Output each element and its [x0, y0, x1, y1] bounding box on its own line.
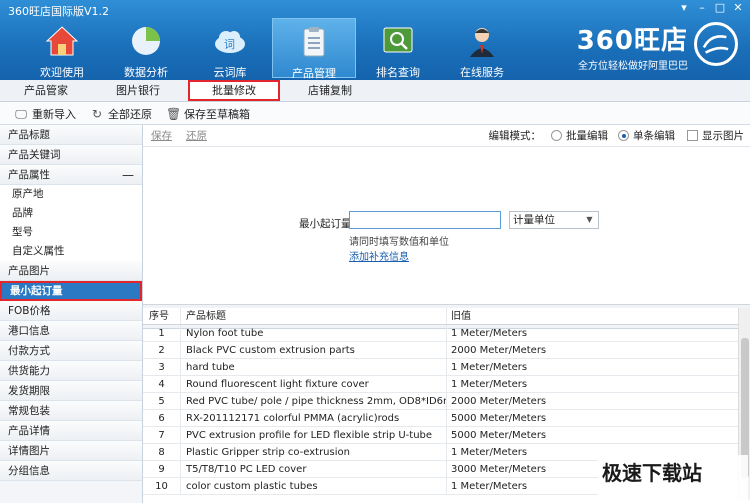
sidebar-item-moq[interactable]: 最小起订量 — [0, 281, 142, 301]
show-image-checkbox[interactable] — [687, 130, 698, 141]
maximize-button[interactable]: □ — [712, 1, 728, 15]
sidebar-item-details[interactable]: 产品详情 — [0, 421, 142, 441]
single-edit-radio[interactable] — [618, 130, 629, 141]
sidebar-item-group[interactable]: 分组信息 — [0, 461, 142, 481]
sidebar-item-packaging[interactable]: 常规包装 — [0, 401, 142, 421]
moq-input[interactable] — [349, 211, 501, 229]
action-link-bar: 保存 还原 编辑模式： 批量编辑 单条编辑 显示图片 — [143, 125, 750, 147]
logo-swirl-icon — [694, 22, 738, 66]
save-link[interactable]: 保存 — [151, 128, 172, 143]
unit-select[interactable]: 计量单位 ▼ — [509, 211, 599, 229]
restore-link[interactable]: 还原 — [186, 128, 207, 143]
sidebar-item-supply[interactable]: 供货能力 — [0, 361, 142, 381]
tab-batch-edit[interactable]: 批量修改 — [188, 80, 280, 101]
table-row[interactable]: 6 RX-201112171 colorful PMMA (acrylic)rod… — [143, 410, 750, 427]
edit-mode-group: 编辑模式： 批量编辑 单条编辑 显示图片 — [488, 130, 744, 142]
sidebar-item-custom-attr[interactable]: 自定义属性 — [0, 242, 142, 261]
chevron-down-icon: ▼ — [586, 215, 593, 224]
sidebar-item-payment[interactable]: 付款方式 — [0, 341, 142, 361]
support-agent-icon — [470, 28, 494, 57]
table-row[interactable]: 2 Black PVC custom extrusion parts 2000 Me… — [143, 342, 750, 359]
nav-product-management[interactable]: 产品管理 — [272, 18, 356, 80]
table-row[interactable]: 1 Nylon foot tube 1 Meter/Meters — [143, 325, 750, 342]
svg-text:词: 词 — [224, 38, 235, 51]
add-info-link[interactable]: 添加补充信息 — [349, 248, 409, 263]
sidebar-item-delivery[interactable]: 发货期限 — [0, 381, 142, 401]
sub-tabs: 产品管家 图片银行 批量修改 店铺复制 — [0, 80, 750, 102]
minimize-button[interactable]: – — [694, 1, 710, 15]
brand-logo: 360旺店 全方位轻松做好阿里巴巴 — [577, 20, 738, 72]
window-title: 360旺店国际版V1.2 — [8, 5, 110, 18]
nav-data-analysis[interactable]: 数据分析 — [104, 18, 188, 79]
table-row[interactable]: 7 PVC extrusion profile for LED flexible … — [143, 427, 750, 444]
close-button[interactable]: ✕ — [730, 1, 746, 15]
pie-chart-icon — [132, 27, 160, 55]
sidebar-item-origin[interactable]: 原产地 — [0, 185, 142, 204]
table-row[interactable]: 4 Round fluorescent light fixture cover 1 … — [143, 376, 750, 393]
main-nav: 欢迎使用 数据分析 词 云词库 产品管理 排名查询 在线服务 — [20, 18, 524, 80]
home-icon — [45, 26, 79, 56]
sidebar-item-fob[interactable]: FOB价格 — [0, 301, 142, 321]
restore-all-button[interactable]: ↻ 全部还原 — [90, 106, 152, 122]
clipboard-icon — [303, 27, 325, 57]
edit-form: 最小起订量 计量单位 ▼ 请同时填写数值和单位 添加补充信息 — [143, 147, 750, 305]
window-controls: ▾ – □ ✕ — [676, 1, 746, 15]
nav-online-service[interactable]: 在线服务 — [440, 18, 524, 79]
collapse-icon[interactable]: — — [122, 165, 134, 185]
watermark-text: 极速下载站 — [598, 455, 748, 501]
save-draft-button[interactable]: 🗑 保存至草稿箱 — [166, 106, 250, 122]
app-header: 360旺店国际版V1.2 ▾ – □ ✕ 欢迎使用 数据分析 词 云词库 产品管… — [0, 0, 750, 80]
sidebar-item-detail-images[interactable]: 详情图片 — [0, 441, 142, 461]
sidebar-item-model[interactable]: 型号 — [0, 223, 142, 242]
nav-ranking-query[interactable]: 排名查询 — [356, 18, 440, 79]
tab-product-manager[interactable]: 产品管家 — [0, 80, 92, 101]
tab-store-copy[interactable]: 店铺复制 — [284, 80, 376, 101]
sidebar-item-keywords[interactable]: 产品关键词 — [0, 145, 142, 165]
table-row[interactable]: 3 hard tube 1 Meter/Meters — [143, 359, 750, 376]
table-header: 序号 产品标题 旧值 — [143, 308, 750, 325]
sidebar-item-port[interactable]: 港口信息 — [0, 321, 142, 341]
trash-icon: 🗑 — [166, 106, 182, 121]
field-sidebar: 产品标题 产品关键词 产品属性 — 原产地 品牌 型号 自定义属性 产品图片 最… — [0, 125, 143, 503]
magnifier-icon — [383, 27, 413, 53]
main-panel: 保存 还原 编辑模式： 批量编辑 单条编辑 显示图片 最小起订量 计量单位 ▼ … — [143, 125, 750, 503]
sidebar-item-attributes[interactable]: 产品属性 — — [0, 165, 142, 185]
batch-edit-radio[interactable] — [551, 130, 562, 141]
sidebar-item-brand[interactable]: 品牌 — [0, 204, 142, 223]
cloud-icon: 词 — [215, 31, 245, 53]
toolbar: 🖵 重新导入 ↻ 全部还原 🗑 保存至草稿箱 — [0, 103, 750, 125]
refresh-icon: ↻ — [91, 106, 103, 121]
tab-image-bank[interactable]: 图片银行 — [92, 80, 184, 101]
nav-cloud-dictionary[interactable]: 词 云词库 — [188, 18, 272, 79]
table-row[interactable]: 5 Red PVC tube/ pole / pipe thickness 2mm… — [143, 393, 750, 410]
reimport-button[interactable]: 🖵 重新导入 — [14, 106, 76, 122]
form-hint: 请同时填写数值和单位 — [349, 237, 449, 248]
skin-icon[interactable]: ▾ — [676, 1, 692, 15]
moq-label: 最小起订量 — [299, 218, 352, 230]
monitor-import-icon: 🖵 — [15, 106, 27, 121]
sidebar-item-title[interactable]: 产品标题 — [0, 125, 142, 145]
sidebar-item-images[interactable]: 产品图片 — [0, 261, 142, 281]
nav-welcome[interactable]: 欢迎使用 — [20, 18, 104, 79]
